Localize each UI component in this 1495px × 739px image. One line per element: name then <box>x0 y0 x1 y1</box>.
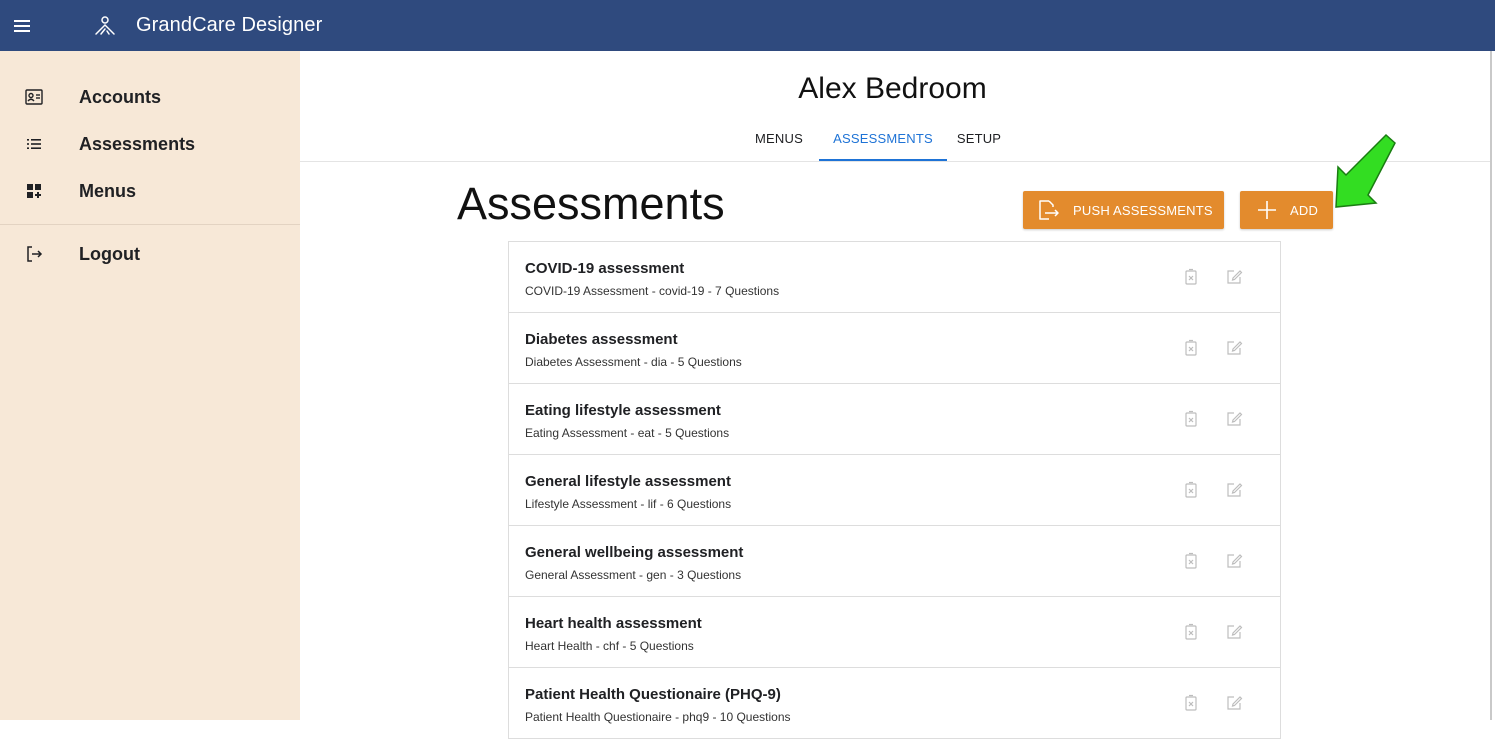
assessment-title: COVID-19 assessment <box>525 260 685 277</box>
page-title: Alex Bedroom <box>798 72 987 105</box>
assessment-subtitle: Diabetes Assessment - dia - 5 Questions <box>525 355 742 369</box>
assessment-title: Eating lifestyle assessment <box>525 402 721 419</box>
plus-icon <box>1256 199 1278 221</box>
assessment-title: Patient Health Questionaire (PHQ-9) <box>525 686 781 703</box>
sidebar-item-label: Accounts <box>79 86 162 107</box>
people-network-icon <box>92 13 118 39</box>
dashboard-add-icon <box>23 180 45 202</box>
edit-icon[interactable] <box>1225 268 1243 286</box>
assessment-subtitle: COVID-19 Assessment - covid-19 - 7 Quest… <box>525 284 780 298</box>
assessment-subtitle: Patient Health Questionaire - phq9 - 10 … <box>525 710 791 724</box>
sidebar-item-label: Menus <box>79 180 137 201</box>
sidebar-item-label: Logout <box>79 243 140 264</box>
assessment-title: Heart health assessment <box>525 615 702 632</box>
tab-assessments[interactable]: ASSESSMENTS <box>819 125 947 161</box>
edit-icon[interactable] <box>1225 481 1243 499</box>
green-arrow-annotation-icon <box>1335 133 1396 208</box>
delete-icon[interactable] <box>1182 268 1200 286</box>
sidebar-item-accounts[interactable]: Accounts <box>0 77 300 117</box>
contact-card-icon <box>23 86 45 108</box>
push-export-icon <box>1035 197 1061 223</box>
assessment-subtitle: Heart Health - chf - 5 Questions <box>525 639 694 653</box>
app-bar: GrandCare Designer <box>0 0 1495 51</box>
assessment-subtitle: General Assessment - gen - 3 Questions <box>525 568 742 582</box>
assessment-title: Diabetes assessment <box>525 331 678 348</box>
sidebar-item-menus[interactable]: Menus <box>0 171 300 211</box>
assessment-list: COVID-19 assessment COVID-19 Assessment … <box>508 241 1281 739</box>
main-content: Alex Bedroom MENUS ASSESSMENTS SETUP Ass… <box>300 51 1495 739</box>
list-item[interactable]: Diabetes assessment Diabetes Assessment … <box>509 313 1280 384</box>
tab-setup[interactable]: SETUP <box>951 125 1007 161</box>
app-title: GrandCare Designer <box>136 14 323 36</box>
list-item[interactable]: Eating lifestyle assessment Eating Asses… <box>509 384 1280 455</box>
list-icon <box>23 133 45 155</box>
sidebar-item-label: Assessments <box>79 133 196 154</box>
edit-icon[interactable] <box>1225 623 1243 641</box>
edit-icon[interactable] <box>1225 694 1243 712</box>
delete-icon[interactable] <box>1182 552 1200 570</box>
edit-icon[interactable] <box>1225 410 1243 428</box>
sidebar-item-assessments[interactable]: Assessments <box>0 124 300 164</box>
tab-menus[interactable]: MENUS <box>754 125 804 161</box>
sidebar-divider <box>0 224 300 225</box>
delete-icon[interactable] <box>1182 694 1200 712</box>
push-assessments-label: PUSH ASSESSMENTS <box>1073 202 1213 218</box>
scrollbar[interactable] <box>1490 51 1492 720</box>
delete-icon[interactable] <box>1182 410 1200 428</box>
list-item[interactable]: General lifestyle assessment Lifestyle A… <box>509 455 1280 526</box>
delete-icon[interactable] <box>1182 623 1200 641</box>
logout-icon <box>23 243 45 265</box>
edit-icon[interactable] <box>1225 552 1243 570</box>
section-title: Assessments <box>457 178 725 229</box>
edit-icon[interactable] <box>1225 339 1243 357</box>
assessment-subtitle: Lifestyle Assessment - lif - 6 Questions <box>525 497 732 511</box>
list-item[interactable]: Heart health assessment Heart Health - c… <box>509 597 1280 668</box>
delete-icon[interactable] <box>1182 481 1200 499</box>
list-item[interactable]: General wellbeing assessment General Ass… <box>509 526 1280 597</box>
list-item[interactable]: Patient Health Questionaire (PHQ-9) Pati… <box>509 668 1280 739</box>
list-item[interactable]: COVID-19 assessment COVID-19 Assessment … <box>509 242 1280 313</box>
assessment-title: General wellbeing assessment <box>525 544 744 561</box>
assessment-subtitle: Eating Assessment - eat - 5 Questions <box>525 426 730 440</box>
sidebar-item-logout[interactable]: Logout <box>0 234 300 274</box>
tab-bar: MENUS ASSESSMENTS SETUP <box>754 125 1007 161</box>
push-assessments-button[interactable]: PUSH ASSESSMENTS <box>1023 191 1224 229</box>
hamburger-menu-icon[interactable] <box>8 12 36 40</box>
sidebar: Accounts Assessments Menus Logout <box>0 51 300 720</box>
assessment-title: General lifestyle assessment <box>525 473 731 490</box>
delete-icon[interactable] <box>1182 339 1200 357</box>
